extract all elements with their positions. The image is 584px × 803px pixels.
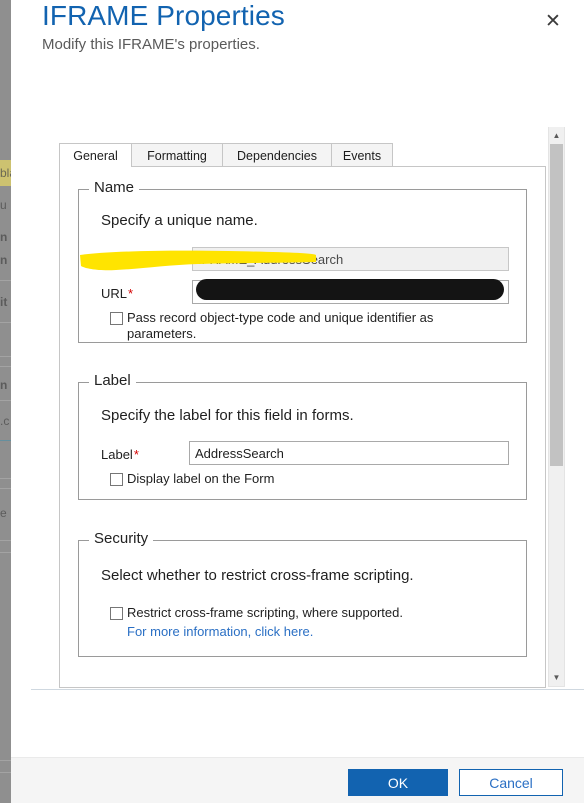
tab-active-connector [60, 166, 131, 167]
page-title: IFRAME Properties [42, 0, 285, 31]
background-rule [0, 356, 11, 357]
label-field-label: Label* [101, 447, 139, 462]
close-icon[interactable]: ✕ [539, 7, 567, 35]
background-text-fragment: it [0, 295, 8, 309]
general-tab-panel: Name Specify a unique name. Name* URL* P… [59, 167, 546, 688]
dialog-footer: OK Cancel [11, 757, 584, 803]
label-section-legend: Label [89, 372, 136, 389]
background-rule [0, 400, 11, 401]
cancel-button[interactable]: Cancel [459, 769, 563, 796]
restrict-cross-frame-checkbox[interactable] [110, 607, 123, 620]
background-rule [0, 488, 11, 489]
iframe-properties-dialog: IFRAME Properties Modify this IFRAME's p… [11, 0, 584, 803]
required-marker: * [128, 286, 134, 301]
scrollbar-thumb[interactable] [550, 144, 563, 466]
display-label-checkbox[interactable] [110, 473, 123, 486]
label-section-description: Specify the label for this field in form… [101, 407, 354, 424]
background-text-fragment: n [0, 378, 8, 392]
background-text-fragment: n [0, 230, 8, 244]
pass-parameters-label: Pass record object-type code and unique … [127, 310, 434, 341]
dimmed-background-page: bla u n n it n .c e [0, 0, 11, 803]
required-marker: * [133, 447, 139, 462]
page-subtitle: Modify this IFRAME's properties. [42, 36, 260, 53]
tab-dependencies[interactable]: Dependencies [222, 143, 332, 167]
background-rule [0, 440, 11, 441]
dialog-header: IFRAME Properties Modify this IFRAME's p… [11, 0, 584, 120]
name-section-description: Specify a unique name. [101, 212, 258, 229]
scroll-down-arrow-icon[interactable]: ▼ [549, 669, 564, 686]
security-section-description: Select whether to restrict cross-frame s… [101, 567, 414, 584]
background-rule [0, 280, 11, 281]
url-input[interactable] [192, 280, 509, 304]
name-section: Name Specify a unique name. Name* URL* P… [78, 179, 527, 343]
name-field-label-text: Name [101, 253, 136, 268]
label-field-label-text: Label [101, 447, 133, 462]
background-text-fragment: n [0, 253, 8, 267]
background-text-fragment: bla [0, 166, 11, 180]
display-label-text: Display label on the Form [127, 471, 275, 486]
security-section: Security Select whether to restrict cros… [78, 530, 527, 657]
background-rule [0, 478, 11, 479]
name-field-label: Name* [101, 253, 142, 268]
url-field-label-text: URL [101, 286, 128, 301]
background-rule [0, 760, 11, 761]
security-section-legend: Security [89, 530, 154, 547]
name-input[interactable] [192, 247, 509, 271]
pass-parameters-checkbox[interactable] [110, 312, 123, 325]
label-section: Label Specify the label for this field i… [78, 372, 527, 500]
tab-list: General Formatting Dependencies Events [59, 143, 546, 167]
ok-button[interactable]: OK [348, 769, 448, 796]
restrict-cross-frame-label: Restrict cross-frame scripting, where su… [127, 605, 403, 620]
more-information-link[interactable]: For more information, click here. [127, 624, 313, 639]
tab-general[interactable]: General [59, 143, 132, 167]
label-input[interactable] [189, 441, 509, 465]
background-rule [0, 552, 11, 553]
tab-events[interactable]: Events [331, 143, 393, 167]
background-text-fragment: .c [0, 414, 10, 428]
panel-separator [31, 689, 584, 690]
background-rule [0, 366, 11, 367]
background-text-fragment: e [0, 506, 7, 520]
vertical-scrollbar[interactable]: ▲ ▼ [548, 127, 565, 687]
background-rule [0, 772, 11, 773]
tab-formatting[interactable]: Formatting [131, 143, 223, 167]
required-marker: * [136, 253, 142, 268]
background-rule [0, 540, 11, 541]
background-rule [0, 322, 11, 323]
background-text-fragment: u [0, 198, 7, 212]
name-section-legend: Name [89, 179, 140, 196]
scroll-up-arrow-icon[interactable]: ▲ [549, 127, 564, 144]
url-field-label: URL* [101, 286, 133, 301]
